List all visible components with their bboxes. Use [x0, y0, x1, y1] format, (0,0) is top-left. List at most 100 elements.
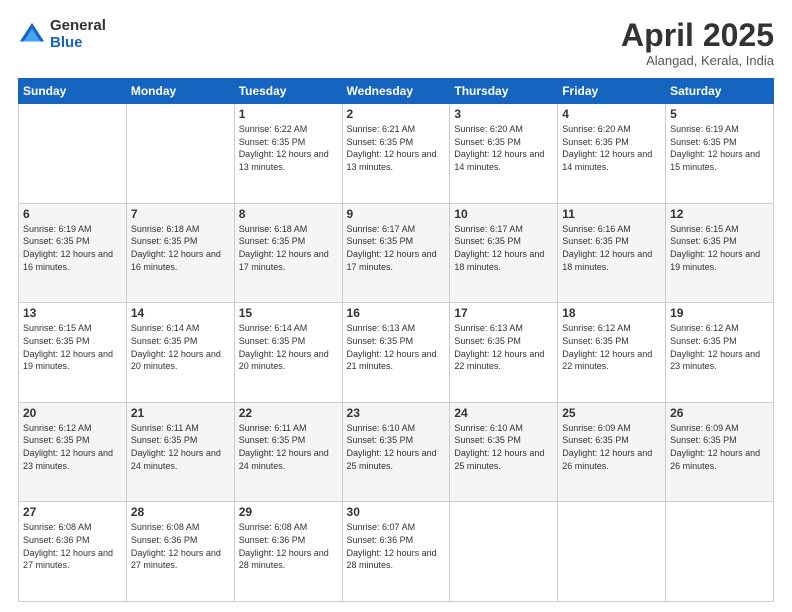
col-wednesday: Wednesday: [342, 79, 450, 104]
logo-icon: [18, 21, 46, 49]
col-thursday: Thursday: [450, 79, 558, 104]
table-row: 15 Sunrise: 6:14 AM Sunset: 6:35 PM Dayli…: [234, 303, 342, 403]
day-info: Sunrise: 6:08 AM Sunset: 6:36 PM Dayligh…: [23, 521, 122, 571]
logo-blue: Blue: [50, 35, 106, 52]
table-row: 13 Sunrise: 6:15 AM Sunset: 6:35 PM Dayli…: [19, 303, 127, 403]
day-info: Sunrise: 6:09 AM Sunset: 6:35 PM Dayligh…: [670, 422, 769, 472]
col-saturday: Saturday: [666, 79, 774, 104]
day-number: 15: [239, 306, 338, 320]
location-subtitle: Alangad, Kerala, India: [621, 53, 774, 68]
table-row: 20Sunrise: 6:12 AM Sunset: 6:35 PM Dayli…: [19, 402, 127, 502]
table-row: 14 Sunrise: 6:14 AM Sunset: 6:35 PM Dayli…: [126, 303, 234, 403]
day-info: Sunrise: 6:11 AM Sunset: 6:35 PM Dayligh…: [131, 422, 230, 472]
table-row: 23 Sunrise: 6:10 AM Sunset: 6:35 PM Dayli…: [342, 402, 450, 502]
day-number: 11: [562, 207, 661, 221]
day-number: 18: [562, 306, 661, 320]
day-number: 26: [670, 406, 769, 420]
day-number: 19: [670, 306, 769, 320]
day-number: 25: [562, 406, 661, 420]
calendar-header-row: Sunday Monday Tuesday Wednesday Thursday…: [19, 79, 774, 104]
day-info: Sunrise: 6:19 AM Sunset: 6:35 PM Dayligh…: [670, 123, 769, 173]
day-number: 7: [131, 207, 230, 221]
day-info: Sunrise: 6:17 AM Sunset: 6:35 PM Dayligh…: [454, 223, 553, 273]
table-row: 30 Sunrise: 6:07 AM Sunset: 6:36 PM Dayli…: [342, 502, 450, 602]
table-row: 9Sunrise: 6:17 AM Sunset: 6:35 PM Daylig…: [342, 203, 450, 303]
day-info: Sunrise: 6:20 AM Sunset: 6:35 PM Dayligh…: [562, 123, 661, 173]
table-row: 18 Sunrise: 6:12 AM Sunset: 6:35 PM Dayli…: [558, 303, 666, 403]
day-number: 10: [454, 207, 553, 221]
day-info: Sunrise: 6:15 AM Sunset: 6:35 PM Dayligh…: [23, 322, 122, 372]
day-info: Sunrise: 6:10 AM Sunset: 6:35 PM Dayligh…: [454, 422, 553, 472]
col-monday: Monday: [126, 79, 234, 104]
day-info: Sunrise: 6:18 AM Sunset: 6:35 PM Dayligh…: [131, 223, 230, 273]
day-number: 12: [670, 207, 769, 221]
day-info: Sunrise: 6:08 AM Sunset: 6:36 PM Dayligh…: [239, 521, 338, 571]
table-row: 6 Sunrise: 6:19 AM Sunset: 6:35 PM Daylig…: [19, 203, 127, 303]
day-number: 29: [239, 505, 338, 519]
table-row: [126, 104, 234, 204]
table-row: 12 Sunrise: 6:15 AM Sunset: 6:35 PM Dayli…: [666, 203, 774, 303]
title-block: April 2025 Alangad, Kerala, India: [621, 18, 774, 68]
logo-text: General Blue: [50, 18, 106, 51]
day-number: 13: [23, 306, 122, 320]
table-row: 24 Sunrise: 6:10 AM Sunset: 6:35 PM Dayli…: [450, 402, 558, 502]
col-friday: Friday: [558, 79, 666, 104]
day-number: 27: [23, 505, 122, 519]
day-info: Sunrise: 6:07 AM Sunset: 6:36 PM Dayligh…: [347, 521, 446, 571]
day-info: Sunrise: 6:22 AM Sunset: 6:35 PM Dayligh…: [239, 123, 338, 173]
table-row: 21 Sunrise: 6:11 AM Sunset: 6:35 PM Dayli…: [126, 402, 234, 502]
day-number: 24: [454, 406, 553, 420]
day-info: Sunrise: 6:09 AM Sunset: 6:35 PM Dayligh…: [562, 422, 661, 472]
day-info: Sunrise: 6:08 AM Sunset: 6:36 PM Dayligh…: [131, 521, 230, 571]
calendar-week-4: 20Sunrise: 6:12 AM Sunset: 6:35 PM Dayli…: [19, 402, 774, 502]
day-number: 21: [131, 406, 230, 420]
day-number: 5: [670, 107, 769, 121]
table-row: 26 Sunrise: 6:09 AM Sunset: 6:35 PM Dayli…: [666, 402, 774, 502]
day-number: 4: [562, 107, 661, 121]
table-row: 16 Sunrise: 6:13 AM Sunset: 6:35 PM Dayli…: [342, 303, 450, 403]
table-row: 3Sunrise: 6:20 AM Sunset: 6:35 PM Daylig…: [450, 104, 558, 204]
day-info: Sunrise: 6:12 AM Sunset: 6:35 PM Dayligh…: [23, 422, 122, 472]
table-row: 25 Sunrise: 6:09 AM Sunset: 6:35 PM Dayli…: [558, 402, 666, 502]
table-row: 2Sunrise: 6:21 AM Sunset: 6:35 PM Daylig…: [342, 104, 450, 204]
day-number: 16: [347, 306, 446, 320]
day-info: Sunrise: 6:19 AM Sunset: 6:35 PM Dayligh…: [23, 223, 122, 273]
table-row: 1 Sunrise: 6:22 AM Sunset: 6:35 PM Daylig…: [234, 104, 342, 204]
day-info: Sunrise: 6:13 AM Sunset: 6:35 PM Dayligh…: [347, 322, 446, 372]
day-info: Sunrise: 6:17 AM Sunset: 6:35 PM Dayligh…: [347, 223, 446, 273]
day-info: Sunrise: 6:18 AM Sunset: 6:35 PM Dayligh…: [239, 223, 338, 273]
day-info: Sunrise: 6:21 AM Sunset: 6:35 PM Dayligh…: [347, 123, 446, 173]
calendar-week-2: 6 Sunrise: 6:19 AM Sunset: 6:35 PM Daylig…: [19, 203, 774, 303]
table-row: [19, 104, 127, 204]
day-info: Sunrise: 6:12 AM Sunset: 6:35 PM Dayligh…: [562, 322, 661, 372]
col-tuesday: Tuesday: [234, 79, 342, 104]
day-info: Sunrise: 6:14 AM Sunset: 6:35 PM Dayligh…: [131, 322, 230, 372]
day-info: Sunrise: 6:12 AM Sunset: 6:35 PM Dayligh…: [670, 322, 769, 372]
day-info: Sunrise: 6:14 AM Sunset: 6:35 PM Dayligh…: [239, 322, 338, 372]
day-number: 28: [131, 505, 230, 519]
day-info: Sunrise: 6:20 AM Sunset: 6:35 PM Dayligh…: [454, 123, 553, 173]
day-info: Sunrise: 6:15 AM Sunset: 6:35 PM Dayligh…: [670, 223, 769, 273]
table-row: 22 Sunrise: 6:11 AM Sunset: 6:35 PM Dayli…: [234, 402, 342, 502]
page: General Blue April 2025 Alangad, Kerala,…: [0, 0, 792, 612]
table-row: 8 Sunrise: 6:18 AM Sunset: 6:35 PM Daylig…: [234, 203, 342, 303]
table-row: 10 Sunrise: 6:17 AM Sunset: 6:35 PM Dayli…: [450, 203, 558, 303]
table-row: 4 Sunrise: 6:20 AM Sunset: 6:35 PM Daylig…: [558, 104, 666, 204]
header: General Blue April 2025 Alangad, Kerala,…: [18, 18, 774, 68]
calendar-week-3: 13 Sunrise: 6:15 AM Sunset: 6:35 PM Dayli…: [19, 303, 774, 403]
day-info: Sunrise: 6:11 AM Sunset: 6:35 PM Dayligh…: [239, 422, 338, 472]
day-info: Sunrise: 6:10 AM Sunset: 6:35 PM Dayligh…: [347, 422, 446, 472]
table-row: 29 Sunrise: 6:08 AM Sunset: 6:36 PM Dayli…: [234, 502, 342, 602]
day-info: Sunrise: 6:16 AM Sunset: 6:35 PM Dayligh…: [562, 223, 661, 273]
day-number: 8: [239, 207, 338, 221]
calendar-week-1: 1 Sunrise: 6:22 AM Sunset: 6:35 PM Daylig…: [19, 104, 774, 204]
calendar-week-5: 27 Sunrise: 6:08 AM Sunset: 6:36 PM Dayli…: [19, 502, 774, 602]
day-number: 14: [131, 306, 230, 320]
day-number: 30: [347, 505, 446, 519]
day-number: 1: [239, 107, 338, 121]
day-number: 6: [23, 207, 122, 221]
logo-general: General: [50, 18, 106, 35]
day-number: 23: [347, 406, 446, 420]
table-row: 7 Sunrise: 6:18 AM Sunset: 6:35 PM Daylig…: [126, 203, 234, 303]
day-number: 22: [239, 406, 338, 420]
